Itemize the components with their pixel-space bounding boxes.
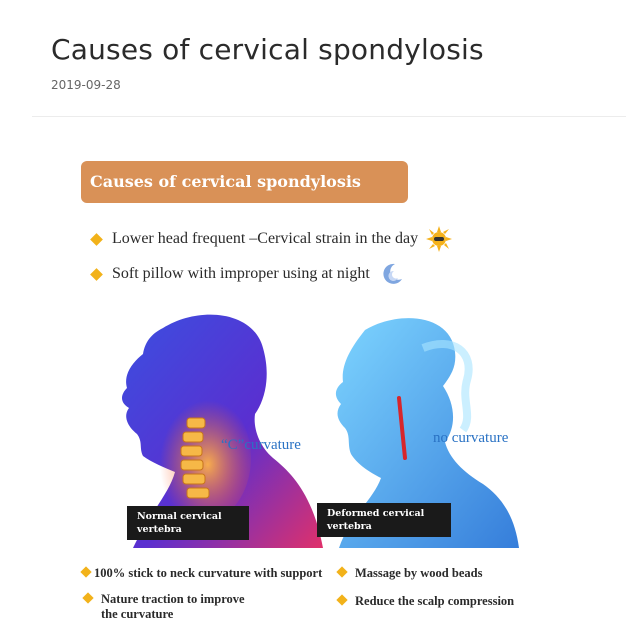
c-curvature-callout: “C”curvature — [221, 437, 301, 453]
caption-line: Normal cervical — [137, 511, 222, 522]
feature-item: Massage by wood beads — [336, 566, 483, 581]
diamond-bullet-icon — [90, 232, 103, 246]
infographic-banner: Causes of cervical spondylosis — [81, 161, 408, 203]
caption-line: vertebra — [327, 521, 372, 532]
moon-icon — [383, 263, 402, 284]
post-date: 2019-09-28 — [51, 78, 121, 92]
diamond-bullet-icon — [80, 566, 92, 578]
feature-item: Nature traction to improve the curvature — [82, 592, 245, 622]
cause-item-day: Lower head frequent –Cervical strain in … — [90, 226, 453, 252]
page-title: Causes of cervical spondylosis — [51, 33, 484, 66]
banner-title: Causes of cervical spondylosis — [90, 172, 361, 191]
cause-text: Lower head frequent –Cervical strain in … — [112, 230, 419, 247]
caption-line: vertebra — [137, 524, 182, 535]
deformed-vertebra-caption: Deformed cervical vertebra — [317, 503, 451, 537]
feature-item: Reduce the scalp compression — [336, 594, 515, 609]
no-curvature-callout: no curvature — [433, 430, 509, 446]
diamond-bullet-icon — [82, 592, 94, 604]
feature-text: Reduce the scalp compression — [355, 594, 515, 608]
feature-text: 100% stick to neck curvature with suppor… — [94, 566, 323, 580]
header-divider — [32, 116, 626, 117]
feature-text: Nature traction to improve — [101, 592, 245, 606]
cause-text: Soft pillow with improper using at night — [112, 265, 370, 282]
feature-item: 100% stick to neck curvature with suppor… — [80, 566, 323, 581]
diamond-bullet-icon — [90, 267, 103, 281]
cause-item-night: Soft pillow with improper using at night — [90, 262, 404, 286]
caption-line: Deformed cervical — [327, 508, 425, 519]
normal-vertebra-caption: Normal cervical vertebra — [127, 506, 249, 540]
diamond-bullet-icon — [336, 566, 348, 578]
feature-text-continued: the curvature — [101, 607, 174, 621]
feature-text: Massage by wood beads — [355, 566, 483, 580]
sun-icon — [426, 226, 453, 252]
diamond-bullet-icon — [336, 594, 348, 606]
